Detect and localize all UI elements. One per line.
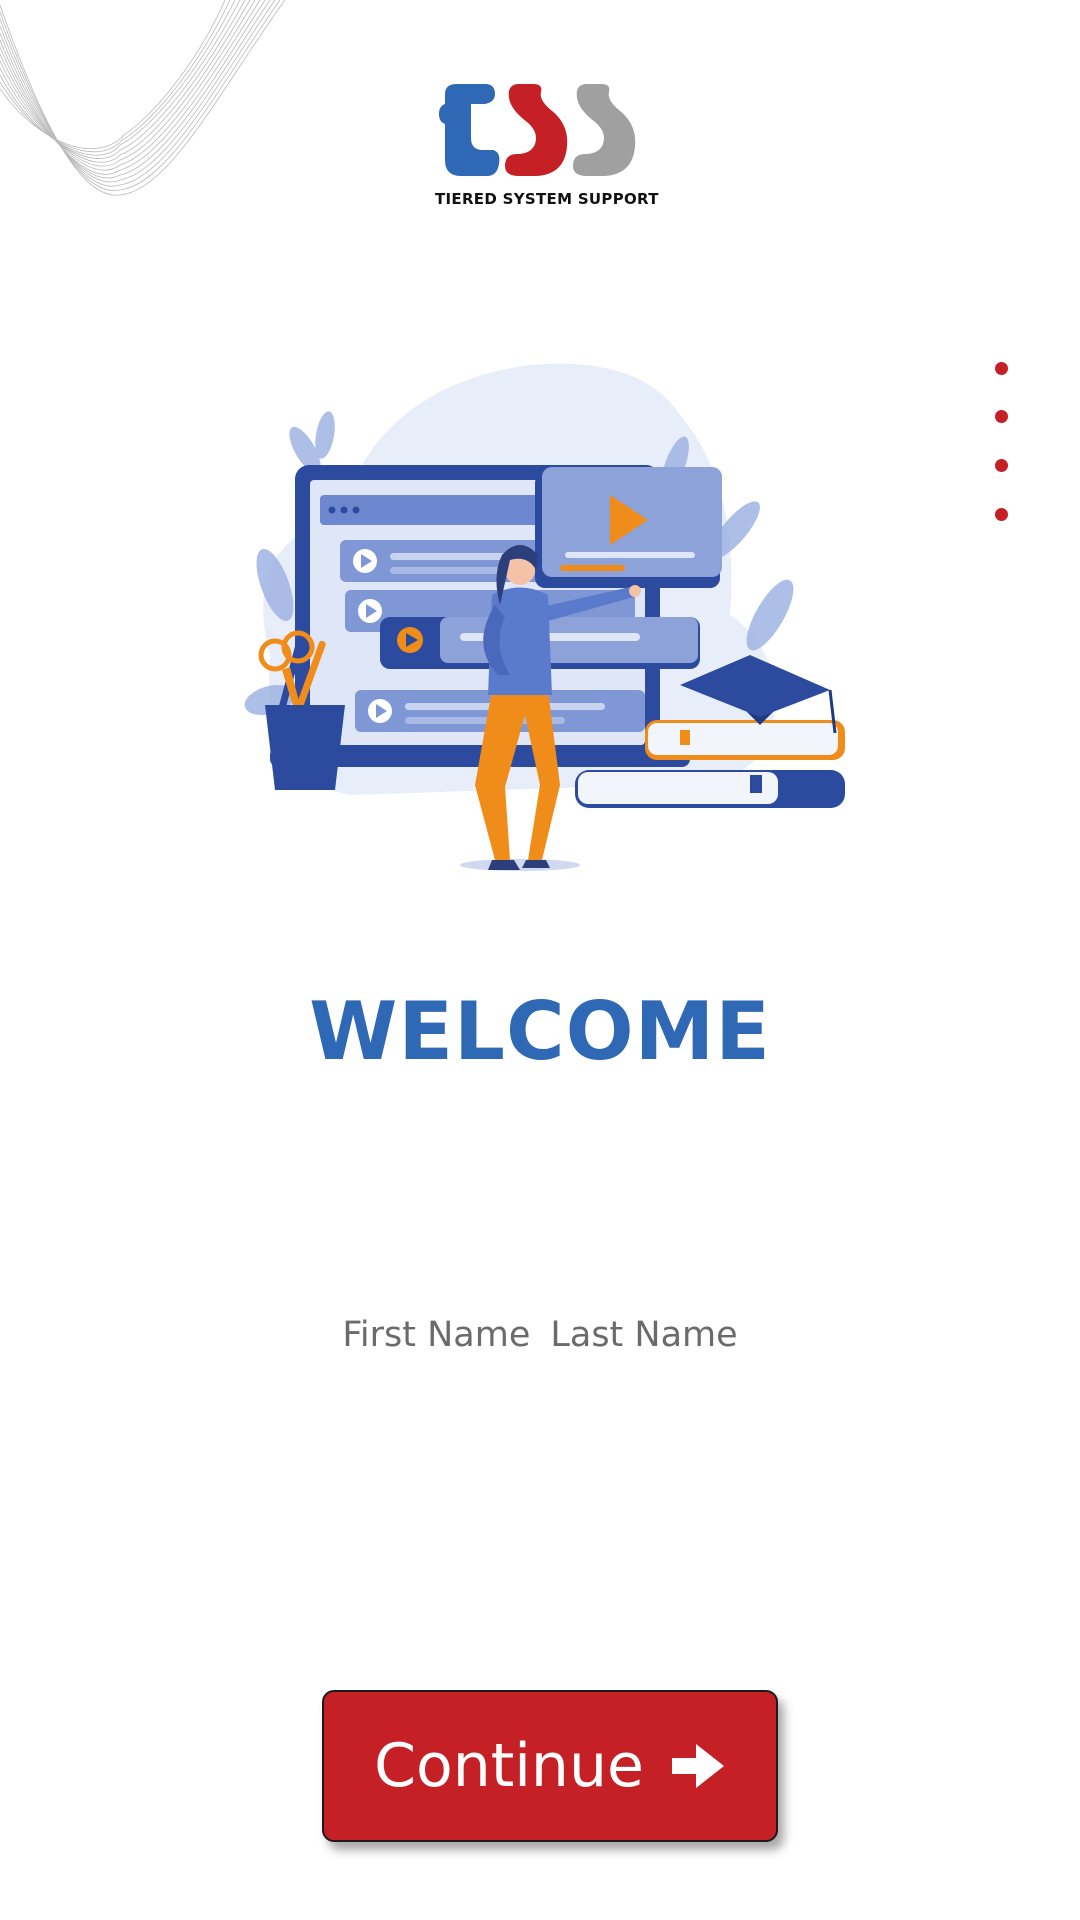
- page-indicator: [990, 362, 1014, 532]
- logo-caption: TIERED SYSTEM SUPPORT: [435, 190, 659, 208]
- decorative-wave-lines: [0, 0, 286, 196]
- arrow-right-icon: [671, 1744, 724, 1788]
- page-indicator-dot[interactable]: [995, 410, 1008, 423]
- welcome-title: WELCOME: [309, 985, 771, 1078]
- continue-button[interactable]: Continue: [322, 1690, 778, 1842]
- page-indicator-dot[interactable]: [995, 362, 1008, 375]
- tss-logo: TIERED SYSTEM SUPPORT: [435, 80, 659, 215]
- tss-logo-mark: [439, 84, 636, 176]
- logo-letter-t: [439, 84, 500, 176]
- logo-letter-s2: [573, 84, 636, 176]
- first-name-text: First Name: [342, 1315, 531, 1355]
- page-indicator-dot[interactable]: [995, 508, 1008, 521]
- user-name: First Name Last Name: [0, 1315, 1080, 1355]
- video-player-card: [535, 467, 722, 588]
- continue-button-label: Continue: [374, 1731, 644, 1801]
- online-learning-illustration: [244, 363, 845, 871]
- logo-letter-s1: [505, 84, 568, 176]
- page-indicator-dot[interactable]: [995, 459, 1008, 472]
- last-name-text: Last Name: [550, 1315, 738, 1355]
